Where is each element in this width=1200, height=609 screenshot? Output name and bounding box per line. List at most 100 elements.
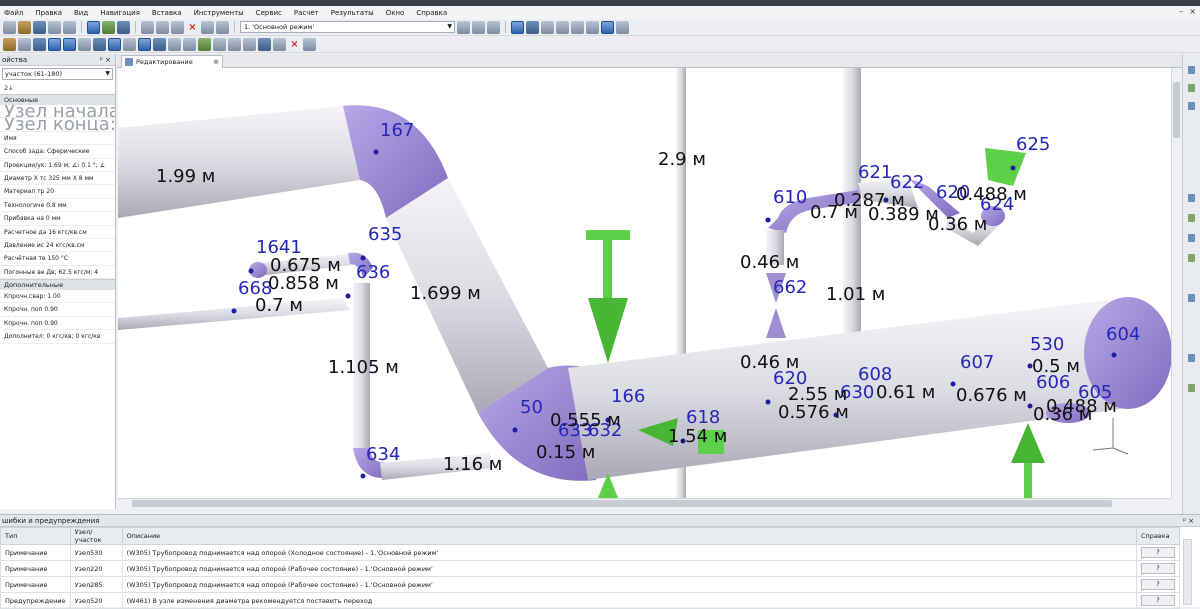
close-tab-icon[interactable]: ⊗ [213,56,219,68]
delete-icon[interactable]: × [186,21,199,34]
spring-tool-icon[interactable] [198,37,211,51]
property-row[interactable]: Материал тр 20 [0,185,115,199]
valve-tool-icon[interactable] [108,37,121,51]
property-row[interactable]: Расчетное да 16 кгс/кв.см [0,226,115,239]
node-label[interactable]: 625 [1016,134,1050,155]
property-row[interactable]: Узел конца: 180 [0,118,115,132]
panel-icon[interactable] [1188,354,1195,362]
viewport-horizontal-scrollbar[interactable] [118,498,1171,508]
help-button[interactable]: ? [1141,563,1175,574]
menu-edit[interactable]: Правка [35,9,62,17]
guide-tool-icon[interactable] [183,37,196,51]
reducer-tool-icon[interactable] [93,37,106,51]
menu-window[interactable]: Окно [386,9,405,17]
panel-icon[interactable] [1188,254,1195,262]
select-tool-icon[interactable] [87,20,100,34]
panel-icon[interactable] [1188,234,1195,242]
node-label[interactable]: 621 [858,162,892,183]
section-extra[interactable]: Дополнительные [0,279,115,291]
panel-icon[interactable] [1188,294,1195,302]
redo-icon[interactable] [216,20,229,34]
menu-help[interactable]: Справка [416,9,447,17]
pipe-tool-icon[interactable] [3,37,16,51]
menu-navigation[interactable]: Навигация [100,9,140,17]
node-label[interactable]: 607 [960,352,994,373]
node-label[interactable]: 634 [366,444,400,465]
errors-scrollbar[interactable] [1183,539,1192,605]
preview-icon[interactable] [63,20,76,34]
error-row[interactable]: Примечание Узел530 (W305) Трубопровод подн… [0,544,1180,561]
property-row[interactable]: Кпрочн. поп 0.90 [0,317,115,331]
pin-icon[interactable]: ᵖ × [100,54,111,66]
property-row[interactable]: Технологиче 0.8 мм [0,199,115,213]
model-viewport[interactable]: 167 635 1641 636 668 634 50 166 633 632 618 610 621 6… [118,68,1171,498]
copy-icon[interactable] [156,20,169,34]
zoom-window-icon[interactable] [541,20,554,34]
flange-tool-icon[interactable] [123,37,136,51]
new-file-icon[interactable] [3,20,16,34]
property-row[interactable]: Диаметр X тс 325 мм X 8 мм [0,172,115,186]
remove-icon[interactable]: × [288,38,301,51]
property-row[interactable]: Давление ис 24 кгс/кв.см [0,239,115,253]
node-label[interactable]: 167 [380,120,414,141]
menu-service[interactable]: Сервис [256,9,282,17]
panel-icon[interactable] [1188,84,1195,92]
node-label[interactable]: 166 [611,386,645,407]
col-description[interactable]: Описание [121,527,1138,545]
comp-tool-icon[interactable] [243,37,256,51]
panel-icon[interactable] [1188,384,1195,392]
menu-tools[interactable]: Инструменты [194,9,244,17]
bend-tool-icon[interactable] [33,37,46,51]
col-type[interactable]: Тип [0,527,71,545]
help-button[interactable]: ? [1141,595,1175,606]
panel-icon[interactable] [1188,194,1195,202]
load-tool-icon[interactable] [228,37,241,51]
node-label[interactable]: 618 [686,407,720,428]
node-label[interactable]: 610 [773,187,807,208]
minimize-icon[interactable]: – [1179,7,1183,16]
sort-bar[interactable]: 2↓ [0,82,115,94]
menu-calc[interactable]: Расчет [294,9,319,17]
open-folder-icon[interactable] [18,20,31,34]
property-row[interactable]: Проекции/ук: 1.69 м; ∠: 0.1 °; ∠ [0,159,115,172]
refresh-icon[interactable] [616,20,629,34]
node-label[interactable]: 662 [773,277,807,298]
undo-icon[interactable] [201,20,214,34]
node-label[interactable]: 636 [356,262,390,283]
anchor-tool-icon[interactable] [168,37,181,51]
property-row[interactable]: Погонные ве Дв; 62.5 кгс/м; 4 [0,266,115,280]
line-tool-icon[interactable] [63,37,76,51]
panel-icon[interactable] [1188,66,1195,74]
section-main[interactable]: Основные [0,94,115,105]
mode-select[interactable]: 1. 'Основной режим' ▼ [240,21,455,33]
expansion-tool-icon[interactable] [213,37,226,51]
menu-file[interactable]: Файл [4,9,23,17]
node-label[interactable]: 50 [520,397,543,418]
insulation-tool-icon[interactable] [258,37,271,51]
print-icon[interactable] [48,20,61,34]
property-row[interactable]: Имя [0,132,115,146]
help-button[interactable]: ? [1141,547,1175,558]
property-row[interactable]: Кпрочн. поп 0.90 [0,303,115,317]
scroll-thumb[interactable] [132,500,1112,507]
report-icon[interactable] [487,20,500,34]
node-label[interactable]: 635 [368,224,402,245]
paste-icon[interactable] [171,20,184,34]
pan-icon[interactable] [571,20,584,34]
grid-icon[interactable] [117,20,130,34]
pipe-model-drawing[interactable]: 1676351641636668634501666336326186106216… [118,68,1171,498]
menu-results[interactable]: Результаты [331,9,374,17]
node-label[interactable]: 604 [1106,324,1140,345]
col-node[interactable]: Узел/участок [69,527,123,545]
error-row[interactable]: Предупреждение Узел520 (W461) В узле измен… [0,592,1180,609]
panel-icon[interactable] [1188,102,1195,110]
table-icon[interactable] [457,20,470,34]
tab-editing[interactable]: Редактирование ⊗ [121,55,223,68]
globe-icon[interactable] [526,20,539,34]
property-row[interactable]: Расчётная те 150 °C [0,252,115,266]
property-row[interactable]: Прибавка на 0 мм [0,212,115,226]
save-icon[interactable] [33,20,46,34]
zoom-extents-icon[interactable] [556,20,569,34]
close-icon[interactable]: × [1189,7,1196,16]
more-icon[interactable] [303,37,316,51]
